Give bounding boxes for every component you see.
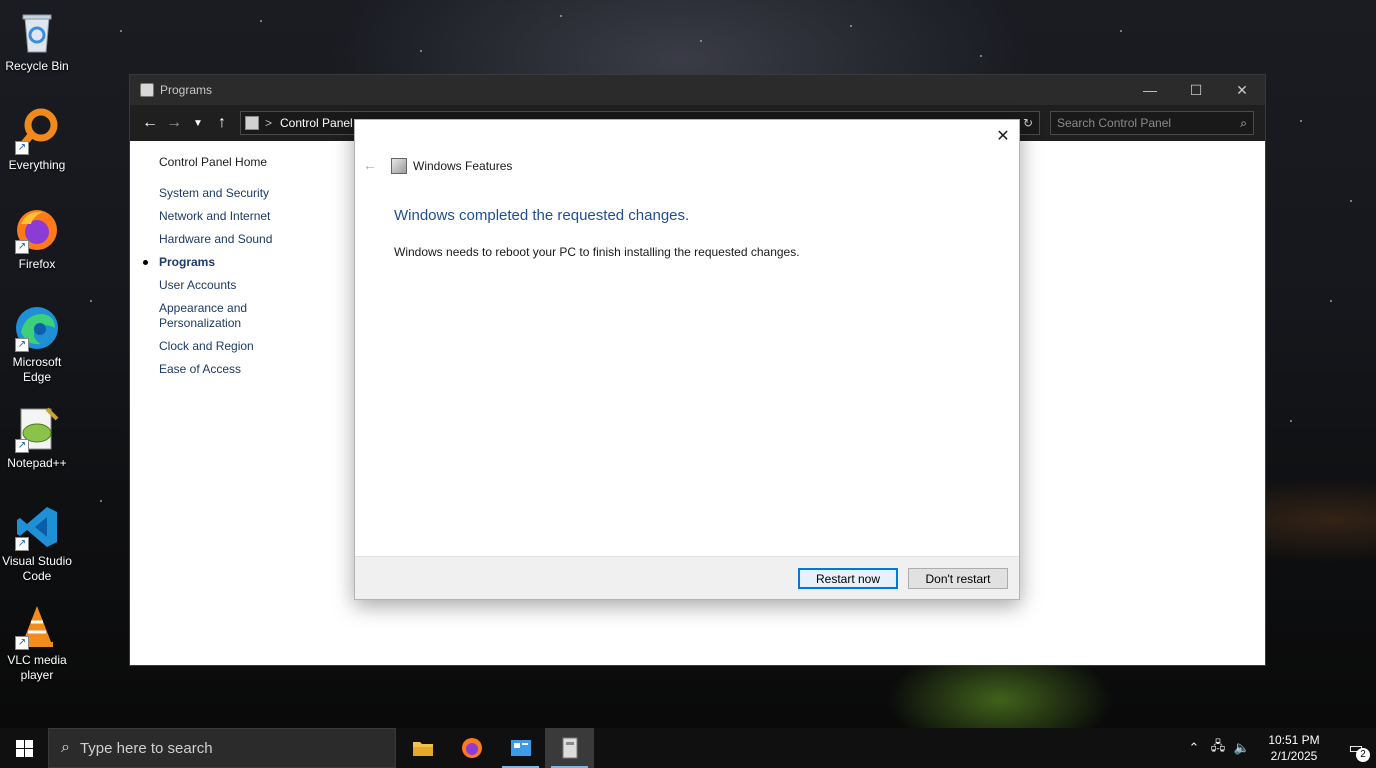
clock-date: 2/1/2025 [1270,749,1318,763]
forward-arrow-icon[interactable]: → [162,111,186,135]
desktop-icon-label: Everything [8,158,66,172]
close-button[interactable]: ✕ [1219,75,1265,105]
recent-locations-chevron-icon[interactable]: ▼ [186,111,210,135]
shortcut-arrow-icon: ↗ [15,338,29,352]
sidebar-item-hardware-sound[interactable]: Hardware and Sound [159,232,359,247]
sidebar-item-ease-of-access[interactable]: Ease of Access [159,362,359,377]
taskbar-file-explorer[interactable] [398,728,447,768]
edge-icon: ↗ [13,304,61,352]
desktop-icon-edge[interactable]: ↗ Microsoft Edge [0,304,74,385]
control-panel-icon [510,740,531,756]
search-control-panel-input[interactable]: Search Control Panel ⌕ [1050,111,1254,135]
refresh-icon[interactable]: ↻ [1017,111,1039,135]
dialog-title: Windows Features [413,159,513,173]
windows-features-icon [391,158,407,174]
desktop-icon-label: VLC media player [7,653,67,682]
dialog-close-button[interactable]: ✕ [993,126,1013,146]
recycle-bin-icon [13,8,61,56]
sidebar-item-user-accounts[interactable]: User Accounts [159,278,359,293]
sidebar-item-clock-region[interactable]: Clock and Region [159,339,359,354]
windows-logo-icon [15,739,33,757]
taskbar-control-panel[interactable] [496,728,545,768]
shortcut-arrow-icon: ↗ [15,439,29,453]
breadcrumb-control-panel[interactable]: Control Panel [280,116,353,130]
file-explorer-icon [412,742,433,756]
taskbar-search-input[interactable]: ⌕ Type here to search [48,728,396,768]
network-icon[interactable]: 🖧 [1206,737,1230,759]
active-bullet-icon [143,260,148,265]
back-arrow-icon[interactable]: ← [138,111,162,135]
dialog-header: Windows Features [391,158,512,174]
breadcrumb-separator: > [265,116,273,130]
sidebar-item-appearance-personalization[interactable]: Appearance and Personalization [159,301,259,331]
maximize-button[interactable]: ☐ [1173,75,1219,105]
desktop-icon-label: Recycle Bin [5,59,69,73]
show-hidden-icons-chevron-icon[interactable]: ⌃ [1182,740,1206,756]
vlc-icon: ↗ [13,602,61,650]
dialog-heading: Windows completed the requested changes. [394,207,690,224]
taskbar-clock[interactable]: 10:51 PM 2/1/2025 [1262,732,1326,764]
minimize-button[interactable]: — [1127,75,1173,105]
desktop-icon-label: Firefox [18,257,56,271]
up-arrow-icon[interactable]: ↑ [210,111,234,135]
desktop-icon-label: Microsoft Edge [12,355,62,384]
window-titlebar[interactable]: Programs — ☐ ✕ [130,75,1265,105]
desktop-icon-label: Notepad++ [7,456,67,470]
notepad-plus-plus-icon: ↗ [13,405,61,453]
taskbar: ⌕ Type here to search ⌃ 🖧 🔈 10:51 PM 2/1… [0,728,1376,768]
dialog-footer: Restart now Don't restart [355,556,1019,599]
vscode-icon: ↗ [13,503,61,551]
sidebar-item-programs[interactable]: Programs [143,255,359,270]
control-panel-sidebar: Control Panel Home System and Security N… [143,155,359,385]
notification-count-badge: 2 [1356,748,1370,762]
desktop-icon-everything[interactable]: ↗ Everything [0,107,74,173]
shortcut-arrow-icon: ↗ [15,537,29,551]
dont-restart-button[interactable]: Don't restart [908,568,1008,589]
desktop-icon-label: Visual Studio Code [2,554,72,583]
volume-muted-icon[interactable]: 🔈 [1230,740,1254,756]
control-panel-icon [245,116,259,130]
desktop-icon-vscode[interactable]: ↗ Visual Studio Code [0,503,74,584]
dialog-message: Windows needs to reboot your PC to finis… [394,245,800,259]
window-title: Programs [160,83,213,97]
desktop-icon-vlc[interactable]: ↗ VLC media player [0,602,74,683]
firefox-icon [461,738,482,758]
search-icon: ⌕ [1240,115,1247,130]
desktop-icon-firefox[interactable]: ↗ Firefox [0,206,74,272]
clock-time: 10:51 PM [1268,733,1320,747]
taskbar-windows-features[interactable] [545,728,594,768]
windows-features-icon [562,737,577,759]
shortcut-arrow-icon: ↗ [15,636,29,650]
firefox-icon: ↗ [13,206,61,254]
dialog-back-arrow-icon: ← [363,157,377,173]
shortcut-arrow-icon: ↗ [15,240,29,254]
shortcut-arrow-icon: ↗ [15,141,29,155]
desktop-icon-notepad-plus-plus[interactable]: ↗ Notepad++ [0,405,74,471]
taskbar-firefox[interactable] [447,728,496,768]
action-center-button[interactable]: ▭ 2 [1336,728,1376,768]
control-panel-icon [140,83,154,97]
everything-search-icon: ↗ [13,107,61,155]
desktop-icon-recycle-bin[interactable]: Recycle Bin [0,8,74,74]
start-button[interactable] [0,728,48,768]
sidebar-item-system-security[interactable]: System and Security [159,186,359,201]
search-icon: ⌕ [61,739,70,756]
sidebar-item-network-internet[interactable]: Network and Internet [159,209,359,224]
windows-features-dialog: ✕ ← Windows Features Windows completed t… [354,119,1020,600]
system-tray: ⌃ 🖧 🔈 10:51 PM 2/1/2025 ▭ 2 [1182,728,1376,768]
restart-now-button[interactable]: Restart now [798,568,898,589]
sidebar-control-panel-home[interactable]: Control Panel Home [159,155,359,169]
